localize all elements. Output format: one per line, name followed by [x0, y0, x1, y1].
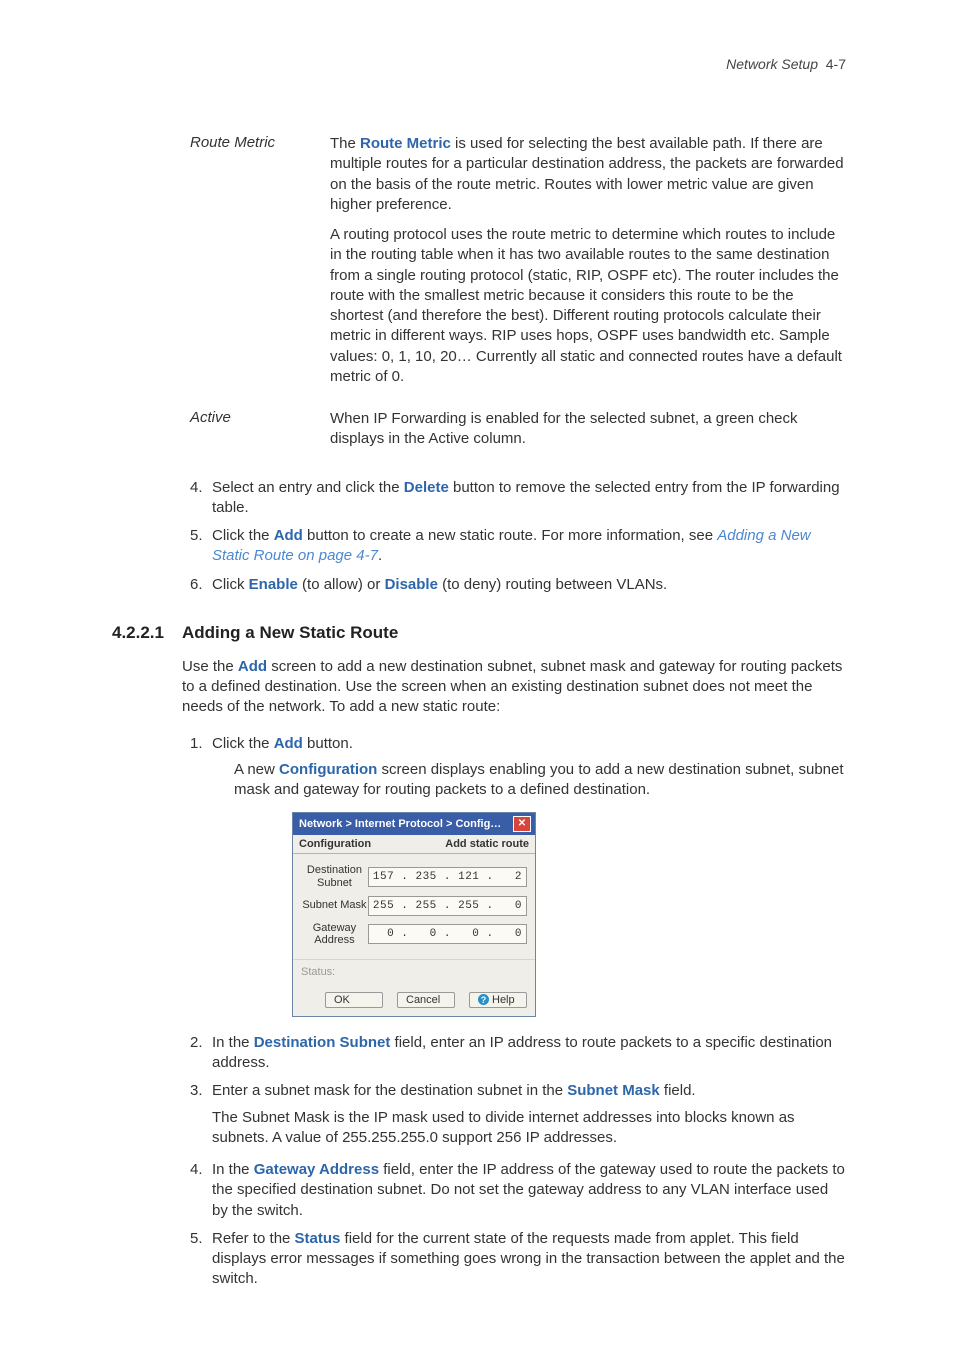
dialog-buttons: OK Cancel ? Help [293, 988, 535, 1016]
step-c2: In the Destination Subnet field, enter a… [190, 1033, 846, 1074]
section-title: Adding a New Static Route [182, 623, 398, 643]
step-b1: Click the Add button. A new Configuratio… [190, 734, 846, 801]
steps-list-a: Select an entry and click the Delete but… [190, 478, 846, 595]
route-metric-bold: Route Metric [360, 135, 451, 152]
route-metric-desc: The Route Metric is used for selecting t… [330, 130, 846, 405]
dialog-header-right: Add static route [445, 838, 529, 850]
route-metric-term: Route Metric [190, 130, 330, 405]
input-subnet-mask[interactable]: 255 . 255 . 255 . 0 [368, 896, 527, 916]
step-c3: Enter a subnet mask for the destination … [190, 1081, 846, 1148]
steps-list-c: In the Destination Subnet field, enter a… [190, 1033, 846, 1290]
label-dest-subnet: Destination Subnet [301, 864, 368, 889]
definition-table: Route Metric The Route Metric is used fo… [190, 130, 846, 468]
dialog-body: Destination Subnet 157 . 235 . 121 . 2 S… [293, 854, 535, 959]
header-page-number: 4-7 [826, 56, 846, 72]
help-button[interactable]: ? Help [469, 992, 527, 1008]
ok-button[interactable]: OK [325, 992, 383, 1008]
help-icon: ? [478, 994, 489, 1005]
step-6: Click Enable (to allow) or Disable (to d… [190, 575, 846, 595]
steps-list-b: Click the Add button. A new Configuratio… [190, 734, 846, 801]
section-intro: Use the Add screen to add a new destinat… [182, 657, 846, 718]
section-number: 4.2.2.1 [112, 623, 182, 643]
close-icon[interactable]: ✕ [513, 816, 531, 832]
dialog-title: Network > Internet Protocol > Config… [299, 818, 501, 830]
active-desc: When IP Forwarding is enabled for the se… [330, 405, 846, 468]
dialog-titlebar: Network > Internet Protocol > Config… ✕ [293, 813, 535, 835]
page-header: Network Setup 4-7 [112, 56, 846, 72]
dialog-header: Configuration Add static route [293, 835, 535, 854]
step-5: Click the Add button to create a new sta… [190, 526, 846, 567]
config-dialog: Network > Internet Protocol > Config… ✕ … [292, 812, 536, 1017]
header-section: Network Setup [726, 56, 818, 72]
step-c3-sub: The Subnet Mask is the IP mask used to d… [212, 1108, 846, 1149]
step-b1-sub: A new Configuration screen displays enab… [234, 760, 846, 801]
section-heading: 4.2.2.1 Adding a New Static Route [112, 623, 846, 643]
input-dest-subnet[interactable]: 157 . 235 . 121 . 2 [368, 867, 527, 887]
input-gateway-address[interactable]: 0 . 0 . 0 . 0 [368, 924, 527, 944]
step-c5: Refer to the Status field for the curren… [190, 1229, 846, 1290]
step-4: Select an entry and click the Delete but… [190, 478, 846, 519]
dialog-header-left: Configuration [299, 838, 371, 850]
label-subnet-mask: Subnet Mask [301, 899, 368, 912]
step-c4: In the Gateway Address field, enter the … [190, 1160, 846, 1221]
dialog-status: Status: [293, 959, 535, 988]
label-gateway-address: Gateway Address [301, 922, 368, 947]
cancel-button[interactable]: Cancel [397, 992, 455, 1008]
active-term: Active [190, 405, 330, 468]
